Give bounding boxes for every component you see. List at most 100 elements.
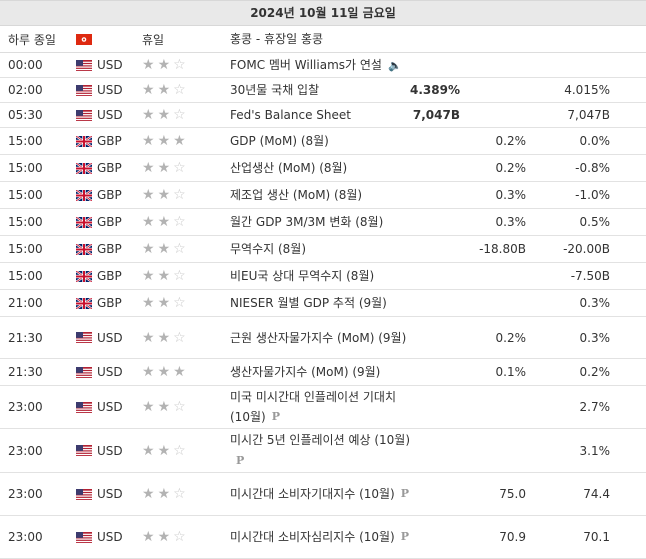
event-name[interactable]: 월간 GDP 3M/3M 변화 (8월) [230,209,415,235]
preliminary-icon: P [400,530,410,544]
holiday-row[interactable]: 하루 종일 휴일 홍콩 - 휴장일 홍콩 [0,26,646,53]
event-row[interactable]: 21:30 USD ★ ★ ★ 생산자물가지수 (MoM) (9월) 0.1% 0.2% [0,359,646,386]
importance-stars: ★ ★ ★ [142,359,189,385]
importance-stars: ★ ★ ☆ [142,516,189,558]
event-row[interactable]: 21:30 USD ★ ★ ☆ 근원 생산자물가지수 (MoM) (9월) 0.2% 0.3% [0,317,646,359]
event-row[interactable]: 00:00 USD ★ ★ ☆ FOMC 멤버 Williams가 연설 🔈 [0,53,646,78]
event-previous: 0.0% [579,134,611,148]
star-icon: ☆ [173,160,186,176]
star-icon: ☆ [173,107,186,123]
importance-stars: ★ ★ ☆ [142,317,189,358]
event-row[interactable]: 21:00 GBP ★ ★ ☆ NIESER 월별 GDP 추적 (9월) 0.3% [0,290,646,317]
event-row[interactable]: 15:00 GBP ★ ★ ☆ 제조업 생산 (MoM) (8월) 0.3% -1.0% [0,182,646,209]
event-name[interactable]: 비EU국 상대 무역수지 (8월) [230,263,415,289]
star-icon: ☆ [173,187,186,203]
event-actual [412,236,460,262]
hk-flag-icon [76,26,92,52]
event-name[interactable]: 미국 미시간대 인플레이션 기대치 (10월) P [230,386,415,428]
event-actual [412,209,460,235]
event-actual [412,128,460,154]
event-title[interactable]: 미시간대 소비자심리지수 (10월) [230,530,395,544]
event-name[interactable]: 30년물 국채 입찰 [230,78,415,102]
event-actual: 7,047B [412,108,460,122]
event-title[interactable]: 미국 미시간대 인플레이션 기대치 (10월) [230,390,396,424]
event-time: 23:00 [8,530,43,544]
event-time: 02:00 [8,83,43,97]
event-row[interactable]: 15:00 GBP ★ ★ ☆ 비EU국 상대 무역수지 (8월) -7.50B [0,263,646,290]
event-row[interactable]: 23:00 USD ★ ★ ☆ 미국 미시간대 인플레이션 기대치 (10월) P 2.7% [0,386,646,429]
event-currency: USD [97,487,123,501]
event-row[interactable]: 15:00 GBP ★ ★ ★ GDP (MoM) (8월) 0.2% 0.0% [0,128,646,155]
us-flag-icon [76,386,92,428]
event-row[interactable]: 02:00 USD ★ ★ ☆ 30년물 국채 입찰 4.389% 4.015% [0,78,646,103]
event-name[interactable]: 근원 생산자물가지수 (MoM) (9월) [230,317,415,358]
event-actual [412,290,460,316]
event-row[interactable]: 23:00 USD ★ ★ ☆ 미시간 5년 인플레이션 예상 (10월)P 3.1% [0,429,646,473]
event-title[interactable]: Fed's Balance Sheet [230,108,351,122]
event-title[interactable]: 미시간 5년 인플레이션 예상 (10월) [230,433,410,447]
event-currency: GBP [97,134,122,148]
event-list: 00:00 USD ★ ★ ☆ FOMC 멤버 Williams가 연설 🔈 02:00 USD… [0,53,646,559]
event-previous: 0.2% [579,365,611,379]
date-header: 2024년 10월 11일 금요일 [0,0,646,26]
event-forecast: 0.3% [495,188,527,202]
event-previous: -20.00B [563,242,610,256]
star-icon: ★ [157,442,171,459]
event-name[interactable]: 무역수지 (8월) [230,236,415,262]
star-icon: ☆ [173,486,186,502]
event-currency: GBP [97,161,122,175]
event-title[interactable]: GDP (MoM) (8월) [230,134,329,148]
event-row[interactable]: 05:30 USD ★ ★ ☆ Fed's Balance Sheet 7,047B 7,04… [0,103,646,128]
event-name[interactable]: FOMC 멤버 Williams가 연설 🔈 [230,53,415,77]
us-flag-icon [76,53,92,77]
event-row[interactable]: 23:00 USD ★ ★ ☆ 미시간대 소비자기대지수 (10월) P 75.0 74.4 [0,473,646,516]
event-title[interactable]: 무역수지 (8월) [230,242,306,256]
importance-stars: ★ ★ ☆ [142,290,189,316]
event-name[interactable]: 생산자물가지수 (MoM) (9월) [230,359,415,385]
event-time: 23:00 [8,487,43,501]
event-title[interactable]: FOMC 멤버 Williams가 연설 [230,58,382,72]
event-row[interactable]: 15:00 GBP ★ ★ ☆ 월간 GDP 3M/3M 변화 (8월) 0.3% 0.5% [0,209,646,236]
star-icon: ★ [157,57,171,73]
event-row[interactable]: 23:00 USD ★ ★ ☆ 미시간대 소비자심리지수 (10월) P 70.9 70.1 [0,516,646,559]
event-row[interactable]: 15:00 GBP ★ ★ ☆ 무역수지 (8월) -18.80B -20.00B [0,236,646,263]
event-forecast [462,78,526,102]
event-name[interactable]: 산업생산 (MoM) (8월) [230,155,415,181]
event-name[interactable]: 미시간 5년 인플레이션 예상 (10월) P [230,429,415,472]
event-forecast: 0.2% [495,134,527,148]
holiday-type: 휴일 [142,32,165,47]
event-title[interactable]: NIESER 월별 GDP 추적 (9월) [230,296,387,310]
event-title[interactable]: 비EU국 상대 무역수지 (8월) [230,269,374,283]
star-icon: ★ [142,442,155,459]
star-icon: ★ [157,214,171,230]
event-name[interactable]: Fed's Balance Sheet [230,103,415,127]
holiday-name: 홍콩 - 휴장일 홍콩 [230,32,324,46]
event-actual [412,429,460,472]
star-icon: ☆ [173,268,186,284]
event-name[interactable]: 미시간대 소비자심리지수 (10월) P [230,516,415,558]
event-row[interactable]: 15:00 GBP ★ ★ ☆ 산업생산 (MoM) (8월) 0.2% -0.8% [0,155,646,182]
event-title[interactable]: 산업생산 (MoM) (8월) [230,161,347,175]
event-currency: USD [97,530,123,544]
event-previous: -1.0% [575,188,610,202]
event-previous: 0.3% [579,330,611,345]
event-name[interactable]: GDP (MoM) (8월) [230,128,415,154]
event-name[interactable]: 미시간대 소비자기대지수 (10월) P [230,473,415,515]
star-icon: ★ [142,57,155,73]
event-name[interactable]: NIESER 월별 GDP 추적 (9월) [230,290,415,316]
preliminary-icon: P [236,453,245,467]
event-currency: GBP [97,242,122,256]
event-title[interactable]: 월간 GDP 3M/3M 변화 (8월) [230,215,383,229]
us-flag-icon [76,473,92,515]
event-name[interactable]: 제조업 생산 (MoM) (8월) [230,182,415,208]
us-flag-icon [76,429,92,472]
event-title[interactable]: 30년물 국채 입찰 [230,83,319,97]
star-icon: ★ [157,295,171,311]
event-actual [412,317,460,358]
event-time: 23:00 [8,443,43,458]
event-title[interactable]: 근원 생산자물가지수 (MoM) (9월) [230,331,406,345]
event-title[interactable]: 미시간대 소비자기대지수 (10월) [230,487,395,501]
event-previous: 2.7% [579,400,611,414]
event-title[interactable]: 제조업 생산 (MoM) (8월) [230,188,362,202]
event-title[interactable]: 생산자물가지수 (MoM) (9월) [230,365,380,379]
